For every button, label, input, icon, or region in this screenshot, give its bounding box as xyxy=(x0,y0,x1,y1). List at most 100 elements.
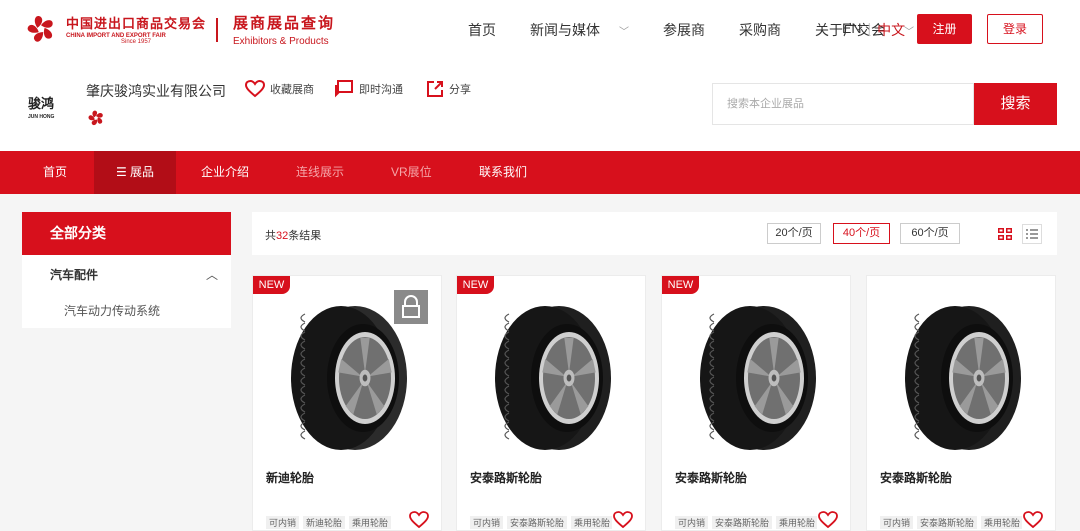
top-header: 中国进出口商品交易会 CHINA IMPORT AND EXPORT FAIR … xyxy=(0,0,1080,60)
menu-online-display[interactable]: 连线展示 xyxy=(296,151,344,194)
company-logo-en: JUN HONG xyxy=(28,114,55,120)
per-page-20[interactable]: 20个/页 xyxy=(767,223,821,244)
product-card[interactable]: NEW 新迪轮胎 可内销 新迪轮胎 乘用轮胎 xyxy=(252,275,442,531)
chat-icon xyxy=(335,80,353,98)
product-name[interactable]: 新迪轮胎 xyxy=(266,469,314,486)
chevron-down-icon: ﹀ xyxy=(904,27,914,38)
favorite-exhibitor-button[interactable]: 收藏展商 xyxy=(245,80,314,98)
product-card[interactable]: 安泰路斯轮胎 可内销 安泰路斯轮胎 乘用轮胎 xyxy=(866,275,1056,531)
nav-label: 采购商 xyxy=(739,22,781,38)
product-tag: 乘用轮胎 xyxy=(349,516,392,529)
nav-exhibitors[interactable]: 参展商 xyxy=(663,20,722,40)
tyre-product-image[interactable] xyxy=(487,296,617,456)
product-tag: 乘用轮胎 xyxy=(776,516,817,529)
lang-zh-link[interactable]: 中文 xyxy=(877,20,905,40)
tyre-product-image[interactable] xyxy=(692,296,822,456)
menu-products-label: 展品 xyxy=(130,165,155,179)
company-bar: 骏鸿 JUN HONG 肇庆骏鸿实业有限公司 收藏展商 即时沟通 分享 搜索本企… xyxy=(0,60,1080,151)
site-title-en: Exhibitors & Products xyxy=(233,36,329,47)
product-tag: 安泰路斯轮胎 xyxy=(917,516,978,529)
product-tag: 乘用轮胎 xyxy=(571,516,612,529)
product-tags: 可内销 安泰路斯轮胎 乘用轮胎 xyxy=(880,513,1022,529)
product-name[interactable]: 安泰路斯轮胎 xyxy=(675,469,747,486)
product-name[interactable]: 安泰路斯轮胎 xyxy=(470,469,542,486)
product-tag: 安泰路斯轮胎 xyxy=(712,516,773,529)
chevron-down-icon: ﹀ xyxy=(619,27,629,38)
result-count-number: 32 xyxy=(276,230,289,242)
lang-separator: | xyxy=(867,20,872,36)
exhibitor-menu: 首页 ☰ 展品 企业介绍 连线展示 VR展位 联系我们 xyxy=(0,151,1080,194)
new-badge: NEW xyxy=(457,276,494,294)
list-icon: ☰ xyxy=(115,165,131,179)
menu-contact-us[interactable]: 联系我们 xyxy=(479,151,527,194)
lock-icon[interactable] xyxy=(394,290,428,324)
product-tag: 可内销 xyxy=(266,516,300,529)
results-toolbar: 共32条结果 20个/页 40个/页 60个/页 xyxy=(252,212,1057,255)
favorite-heart-icon[interactable] xyxy=(613,510,633,530)
logo-chinese-text: 中国进出口商品交易会 xyxy=(66,17,207,32)
site-title-cn: 展商展品查询 xyxy=(233,15,336,32)
product-card[interactable]: NEW 安泰路斯轮胎 可内销 安泰路斯轮胎 乘用轮胎 xyxy=(661,275,851,531)
language-switch: EN | 中文 xyxy=(842,20,905,40)
nav-label: 首页 xyxy=(468,22,496,38)
result-count: 共32条结果 xyxy=(265,227,321,243)
menu-vr-booth[interactable]: VR展位 xyxy=(391,151,432,194)
share-label: 分享 xyxy=(449,84,471,96)
grid-view-icon[interactable] xyxy=(995,224,1015,244)
product-tags: 可内销 新迪轮胎 乘用轮胎 xyxy=(266,513,408,529)
heart-icon xyxy=(245,80,265,98)
chevron-up-icon[interactable]: ︿ xyxy=(206,266,218,283)
share-icon xyxy=(427,81,443,97)
nav-label: 参展商 xyxy=(663,22,705,38)
per-page-40[interactable]: 40个/页 xyxy=(833,223,890,244)
category-auto-parts[interactable]: 汽车配件 xyxy=(50,266,98,283)
product-tag: 安泰路斯轮胎 xyxy=(507,516,568,529)
nav-news-media[interactable]: 新闻与媒体 ﹀ xyxy=(530,20,646,40)
subcategory-powertrain[interactable]: 汽车动力传动系统 xyxy=(64,302,160,319)
product-tags: 可内销 安泰路斯轮胎 乘用轮胎 xyxy=(470,513,612,529)
product-tag: 可内销 xyxy=(675,516,709,529)
share-button[interactable]: 分享 xyxy=(426,80,471,98)
register-button[interactable]: 注册 xyxy=(917,14,972,44)
menu-products[interactable]: ☰ 展品 xyxy=(94,151,176,194)
product-tag: 可内销 xyxy=(470,516,504,529)
instant-chat-label: 即时沟通 xyxy=(359,84,403,96)
favorite-heart-icon[interactable] xyxy=(1023,510,1043,530)
canton-fair-logo[interactable]: 中国进出口商品交易会 CHINA IMPORT AND EXPORT FAIR … xyxy=(22,10,206,48)
menu-home[interactable]: 首页 xyxy=(43,151,67,194)
menu-company-intro[interactable]: 企业介绍 xyxy=(201,151,249,194)
nav-buyers[interactable]: 采购商 xyxy=(739,20,798,40)
nav-home[interactable]: 首页 xyxy=(468,20,513,40)
all-categories-header[interactable]: 全部分类 xyxy=(22,212,231,255)
tyre-product-image[interactable] xyxy=(897,296,1027,456)
header-divider xyxy=(216,18,218,42)
category-sidebar: 全部分类 汽车配件 ︿ 汽车动力传动系统 xyxy=(22,212,231,328)
company-search-input[interactable]: 搜索本企业展品 xyxy=(712,83,974,125)
site-title: 展商展品查询 Exhibitors & Products xyxy=(233,12,335,47)
product-card[interactable]: NEW 安泰路斯轮胎 可内销 安泰路斯轮胎 乘用轮胎 xyxy=(456,275,646,531)
search-button[interactable]: 搜索 xyxy=(974,83,1057,125)
product-tag: 乘用轮胎 xyxy=(981,516,1022,529)
company-logo-cn: 骏鸿 xyxy=(28,97,55,112)
product-tags: 可内销 安泰路斯轮胎 乘用轮胎 xyxy=(675,513,817,529)
favorite-exhibitor-label: 收藏展商 xyxy=(270,84,314,96)
result-count-prefix: 共 xyxy=(265,230,276,242)
company-name: 肇庆骏鸿实业有限公司 xyxy=(86,83,226,99)
logo-since-text: Since 1957 xyxy=(120,39,152,45)
lang-en-link[interactable]: EN xyxy=(842,20,861,40)
new-badge: NEW xyxy=(253,276,290,294)
product-tag: 可内销 xyxy=(880,516,914,529)
instant-chat-button[interactable]: 即时沟通 xyxy=(334,80,403,98)
flower-badge-icon xyxy=(88,110,103,126)
per-page-60[interactable]: 60个/页 xyxy=(900,223,960,244)
favorite-heart-icon[interactable] xyxy=(818,510,838,530)
result-count-suffix: 条结果 xyxy=(288,230,322,242)
list-view-icon[interactable] xyxy=(1022,224,1042,244)
product-name[interactable]: 安泰路斯轮胎 xyxy=(880,469,952,486)
flower-logo-icon xyxy=(27,16,53,42)
nav-label: 新闻与媒体 xyxy=(530,22,600,38)
product-tag: 新迪轮胎 xyxy=(303,516,346,529)
login-button[interactable]: 登录 xyxy=(987,14,1043,44)
company-logo: 骏鸿 JUN HONG xyxy=(28,93,68,120)
favorite-heart-icon[interactable] xyxy=(409,510,429,530)
